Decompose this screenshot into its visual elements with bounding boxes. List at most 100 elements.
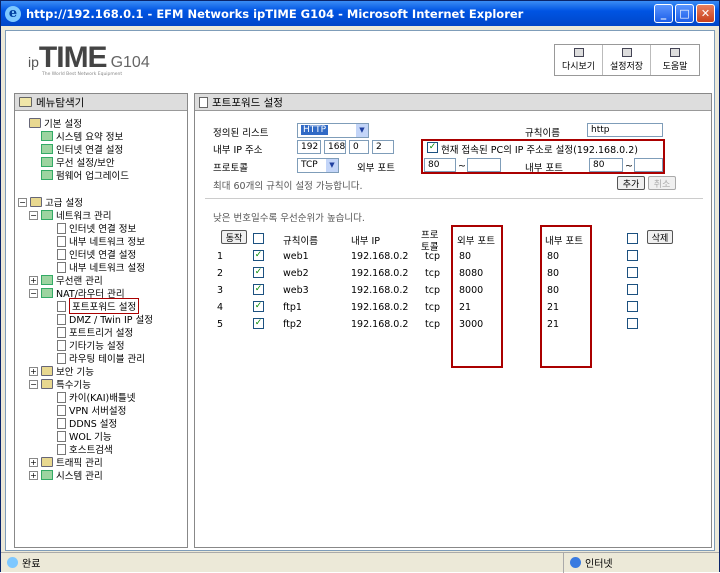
document-icon bbox=[199, 96, 208, 108]
add-button[interactable]: 추가 bbox=[617, 176, 645, 190]
close-button[interactable]: ✕ bbox=[696, 4, 715, 23]
page-icon bbox=[57, 313, 66, 325]
folder-open-icon bbox=[41, 379, 53, 389]
row-number: 4 bbox=[217, 302, 224, 313]
int-port-to-input[interactable] bbox=[634, 158, 663, 172]
int-port-from-input[interactable]: 80 bbox=[589, 158, 623, 172]
row-internal-ip: 192.168.0.2 bbox=[351, 268, 409, 279]
tree-item-lan-config[interactable]: 내부 네트워크 설정 bbox=[57, 261, 145, 274]
tree-advanced[interactable]: − 고급 설정 bbox=[18, 196, 83, 209]
window-title: http://192.168.0.1 - EFM Networks ipTIME… bbox=[26, 6, 524, 21]
ext-port-from-input[interactable]: 80 bbox=[424, 158, 456, 172]
collapse-icon[interactable]: − bbox=[29, 210, 38, 220]
save-config-button[interactable]: 설정저장 bbox=[603, 45, 651, 75]
collapse-icon[interactable]: − bbox=[18, 197, 27, 207]
maximize-button[interactable]: □ bbox=[675, 4, 694, 23]
tree-item-vpn[interactable]: VPN 서버설정 bbox=[57, 404, 126, 417]
row-int-port: 21 bbox=[547, 319, 560, 330]
tree-wireless[interactable]: + 무선랜 관리 bbox=[29, 274, 103, 287]
delete-all-checkbox[interactable] bbox=[627, 233, 638, 244]
tree-item-wireless-security[interactable]: 무선 설정/보안 bbox=[41, 156, 115, 169]
ext-port-label: 외부 포트 bbox=[357, 163, 395, 174]
max-rules-note: 최대 60개의 규칙이 설정 가능합니다. bbox=[213, 181, 363, 192]
ip-octet-3[interactable]: 0 bbox=[349, 140, 369, 154]
collapse-icon[interactable]: − bbox=[29, 288, 38, 298]
row-delete-checkbox[interactable] bbox=[627, 301, 638, 312]
tree-item-routing-table[interactable]: 라우팅 테이블 관리 bbox=[57, 352, 145, 365]
system-icon bbox=[41, 470, 53, 480]
row-delete-checkbox[interactable] bbox=[627, 318, 638, 329]
row-enable-checkbox[interactable]: ✓ bbox=[253, 318, 264, 329]
protocol-select[interactable]: TCP ▼ bbox=[297, 158, 339, 173]
folder-open-icon bbox=[29, 118, 41, 128]
row-rule-name: web2 bbox=[283, 268, 309, 279]
logo-tagline: The World Best Network Equipment bbox=[42, 72, 123, 77]
select-all-checkbox[interactable] bbox=[253, 233, 264, 244]
network-icon bbox=[41, 210, 53, 220]
expand-icon[interactable]: + bbox=[29, 275, 38, 285]
title-bar: e http://192.168.0.1 - EFM Networks ipTI… bbox=[1, 1, 719, 26]
row-ext-port: 8080 bbox=[459, 268, 484, 279]
tree-item-lan-info[interactable]: 내부 네트워크 정보 bbox=[57, 235, 145, 248]
tree-network[interactable]: − 네트워크 관리 bbox=[29, 209, 111, 222]
tree-basic[interactable]: 기본 설정 bbox=[29, 117, 82, 130]
page-icon bbox=[57, 391, 66, 403]
tree-item-ddns[interactable]: DDNS 설정 bbox=[57, 417, 117, 430]
row-enable-checkbox[interactable]: ✓ bbox=[253, 301, 264, 312]
save-icon bbox=[621, 48, 632, 57]
rule-name-input[interactable]: http bbox=[587, 123, 663, 137]
page-icon bbox=[57, 300, 66, 312]
row-rule-name: web1 bbox=[283, 251, 309, 262]
tree-item-internet-config[interactable]: 인터넷 연결 설정 bbox=[57, 248, 136, 261]
row-rule-name: web3 bbox=[283, 285, 309, 296]
ext-port-to-input[interactable] bbox=[467, 158, 501, 172]
page-icon bbox=[57, 443, 66, 455]
row-delete-checkbox[interactable] bbox=[627, 267, 638, 278]
protocol-label: 프로토콜 bbox=[213, 163, 248, 174]
antenna-icon bbox=[41, 157, 53, 167]
ip-octet-1[interactable]: 192 bbox=[297, 140, 321, 154]
help-button[interactable]: 도움말 bbox=[651, 45, 699, 75]
delete-button[interactable]: 삭제 bbox=[647, 230, 673, 244]
tree-item-firmware[interactable]: 펌웨어 업그레이드 bbox=[41, 169, 129, 182]
page-icon bbox=[57, 326, 66, 338]
tree-item-host-search[interactable]: 호스트검색 bbox=[57, 443, 113, 456]
page-icon bbox=[57, 339, 66, 351]
minimize-button[interactable]: _ bbox=[654, 4, 673, 23]
row-enable-checkbox[interactable]: ✓ bbox=[253, 284, 264, 295]
tree-item-kai[interactable]: 카이(KAI)배틀넷 bbox=[57, 391, 135, 404]
ip-octet-4[interactable]: 2 bbox=[372, 140, 394, 154]
chevron-down-icon: ▼ bbox=[356, 124, 368, 137]
page-icon bbox=[57, 417, 66, 429]
expand-icon[interactable]: + bbox=[29, 366, 38, 376]
tree-item-dmz[interactable]: DMZ / Twin IP 설정 bbox=[57, 313, 153, 326]
tree-security[interactable]: + 보안 기능 bbox=[29, 365, 94, 378]
row-delete-checkbox[interactable] bbox=[627, 284, 638, 295]
tree-item-internet-setup[interactable]: 인터넷 연결 설정 bbox=[41, 143, 123, 156]
ie-icon: e bbox=[5, 5, 21, 22]
priority-note: 낮은 번호일수록 우선순위가 높습니다. bbox=[213, 213, 365, 224]
tree-item-misc[interactable]: 기타기능 설정 bbox=[57, 339, 124, 352]
row-enable-checkbox[interactable]: ✓ bbox=[253, 267, 264, 278]
tree-system[interactable]: + 시스템 관리 bbox=[29, 469, 103, 482]
tree-item-system-summary[interactable]: 시스템 요약 정보 bbox=[41, 130, 123, 143]
collapse-icon[interactable]: − bbox=[29, 379, 38, 389]
preset-select[interactable]: HTTP ▼ bbox=[297, 123, 369, 138]
tree-item-port-trigger[interactable]: 포트트리거 설정 bbox=[57, 326, 133, 339]
refresh-button[interactable]: 다시보기 bbox=[555, 45, 603, 75]
tree-special[interactable]: − 특수기능 bbox=[29, 378, 91, 391]
row-delete-checkbox[interactable] bbox=[627, 250, 638, 261]
tree-traffic[interactable]: + 트래픽 관리 bbox=[29, 456, 103, 469]
ip-octet-2[interactable]: 168 bbox=[324, 140, 346, 154]
row-protocol: tcp bbox=[425, 302, 440, 313]
row-enable-checkbox[interactable]: ✓ bbox=[253, 250, 264, 261]
tree-item-internet-info[interactable]: 인터넷 연결 정보 bbox=[57, 222, 136, 235]
cancel-button[interactable]: 취소 bbox=[648, 176, 676, 190]
current-pc-checkbox[interactable]: ✓ bbox=[427, 142, 438, 153]
tree-item-wol[interactable]: WOL 기능 bbox=[57, 430, 112, 443]
tree-item-port-forward[interactable]: 포트포워드 설정 bbox=[57, 298, 140, 314]
expand-icon[interactable]: + bbox=[29, 470, 38, 480]
action-button[interactable]: 동작 bbox=[221, 230, 247, 244]
col-header-ip: 내부 IP bbox=[351, 236, 381, 247]
expand-icon[interactable]: + bbox=[29, 457, 38, 467]
